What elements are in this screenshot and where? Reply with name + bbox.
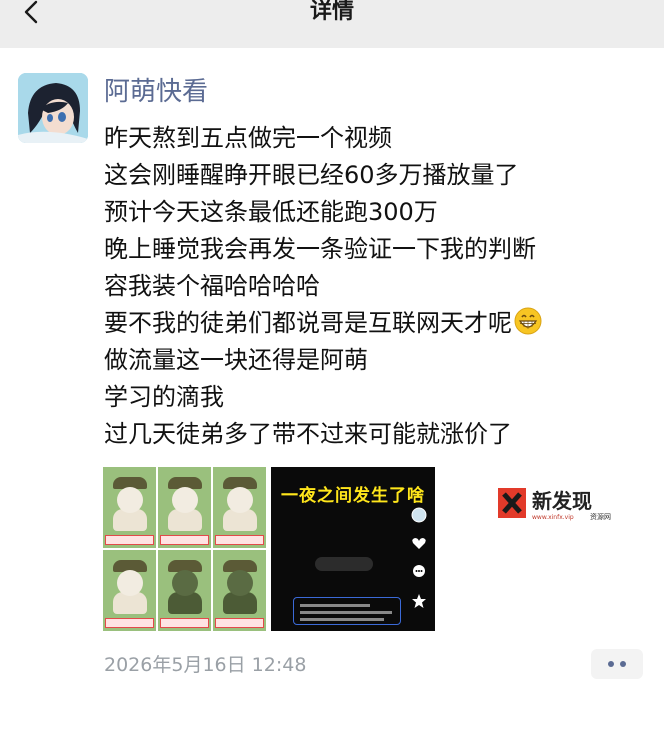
cat-meme-cell [103, 550, 156, 631]
post-line: 容我装个福哈哈哈哈 [104, 272, 320, 300]
top-bar: 详情 [0, 0, 664, 48]
post-line-text: 要不我的徒弟们都说哥是互联网天才呢 [104, 309, 512, 337]
post-line: 预计今天这条最低还能跑300万 [104, 198, 438, 226]
star-icon [412, 594, 426, 608]
cat-meme-cell [213, 550, 266, 631]
cat-meme-cell [213, 467, 266, 548]
avatar[interactable] [18, 73, 88, 143]
cat-meme-cell [103, 467, 156, 548]
grin-emoji-icon [514, 307, 542, 346]
author-name[interactable]: 阿萌快看 [104, 76, 208, 108]
cat-meme-cell [158, 467, 211, 548]
svg-text:新发现: 新发现 [532, 489, 592, 513]
post-line: 学习的滴我 [104, 383, 224, 411]
post-line: 昨天熬到五点做完一个视频 [104, 124, 392, 152]
dot-icon [608, 661, 614, 667]
post-body: 昨天熬到五点做完一个视频 这会刚睡醒睁开眼已经60多万播放量了 预计今天这条最低… [104, 120, 634, 453]
page-title: 详情 [309, 0, 354, 24]
dot-icon [620, 661, 626, 667]
video-overlay-title: 一夜之间发生了啥 [281, 486, 425, 506]
post-image-video-screenshot[interactable]: 一夜之间发生了啥 [271, 467, 435, 631]
post-timestamp: 2026年5月16日 12:48 [104, 654, 307, 676]
comment-icon [413, 565, 425, 577]
video-tag-pill [315, 557, 373, 571]
more-options-button[interactable] [591, 649, 643, 679]
post-image-cat-collage[interactable] [103, 467, 266, 631]
post-line: 做流量这一块还得是阿萌 [104, 346, 368, 374]
watermark-logo: 新发现 www.xinfx.vip 资源网 [498, 486, 613, 522]
creator-avatar-icon [411, 507, 427, 523]
cat-meme-cell [158, 550, 211, 631]
post-line-with-emoji: 要不我的徒弟们都说哥是互联网天才呢 [104, 305, 634, 342]
post-line: 这会刚睡醒睁开眼已经60多万播放量了 [104, 161, 519, 189]
cat-collage-grid [103, 467, 266, 631]
svg-text:资源网: 资源网 [590, 512, 611, 521]
post-line: 过几天徒弟多了带不过来可能就涨价了 [104, 420, 512, 448]
video-caption-box [293, 597, 401, 625]
post-line: 晚上睡觉我会再发一条验证一下我的判断 [104, 235, 536, 263]
anime-avatar-image [18, 73, 88, 143]
heart-icon [412, 538, 426, 549]
svg-text:www.xinfx.vip: www.xinfx.vip [532, 514, 574, 521]
